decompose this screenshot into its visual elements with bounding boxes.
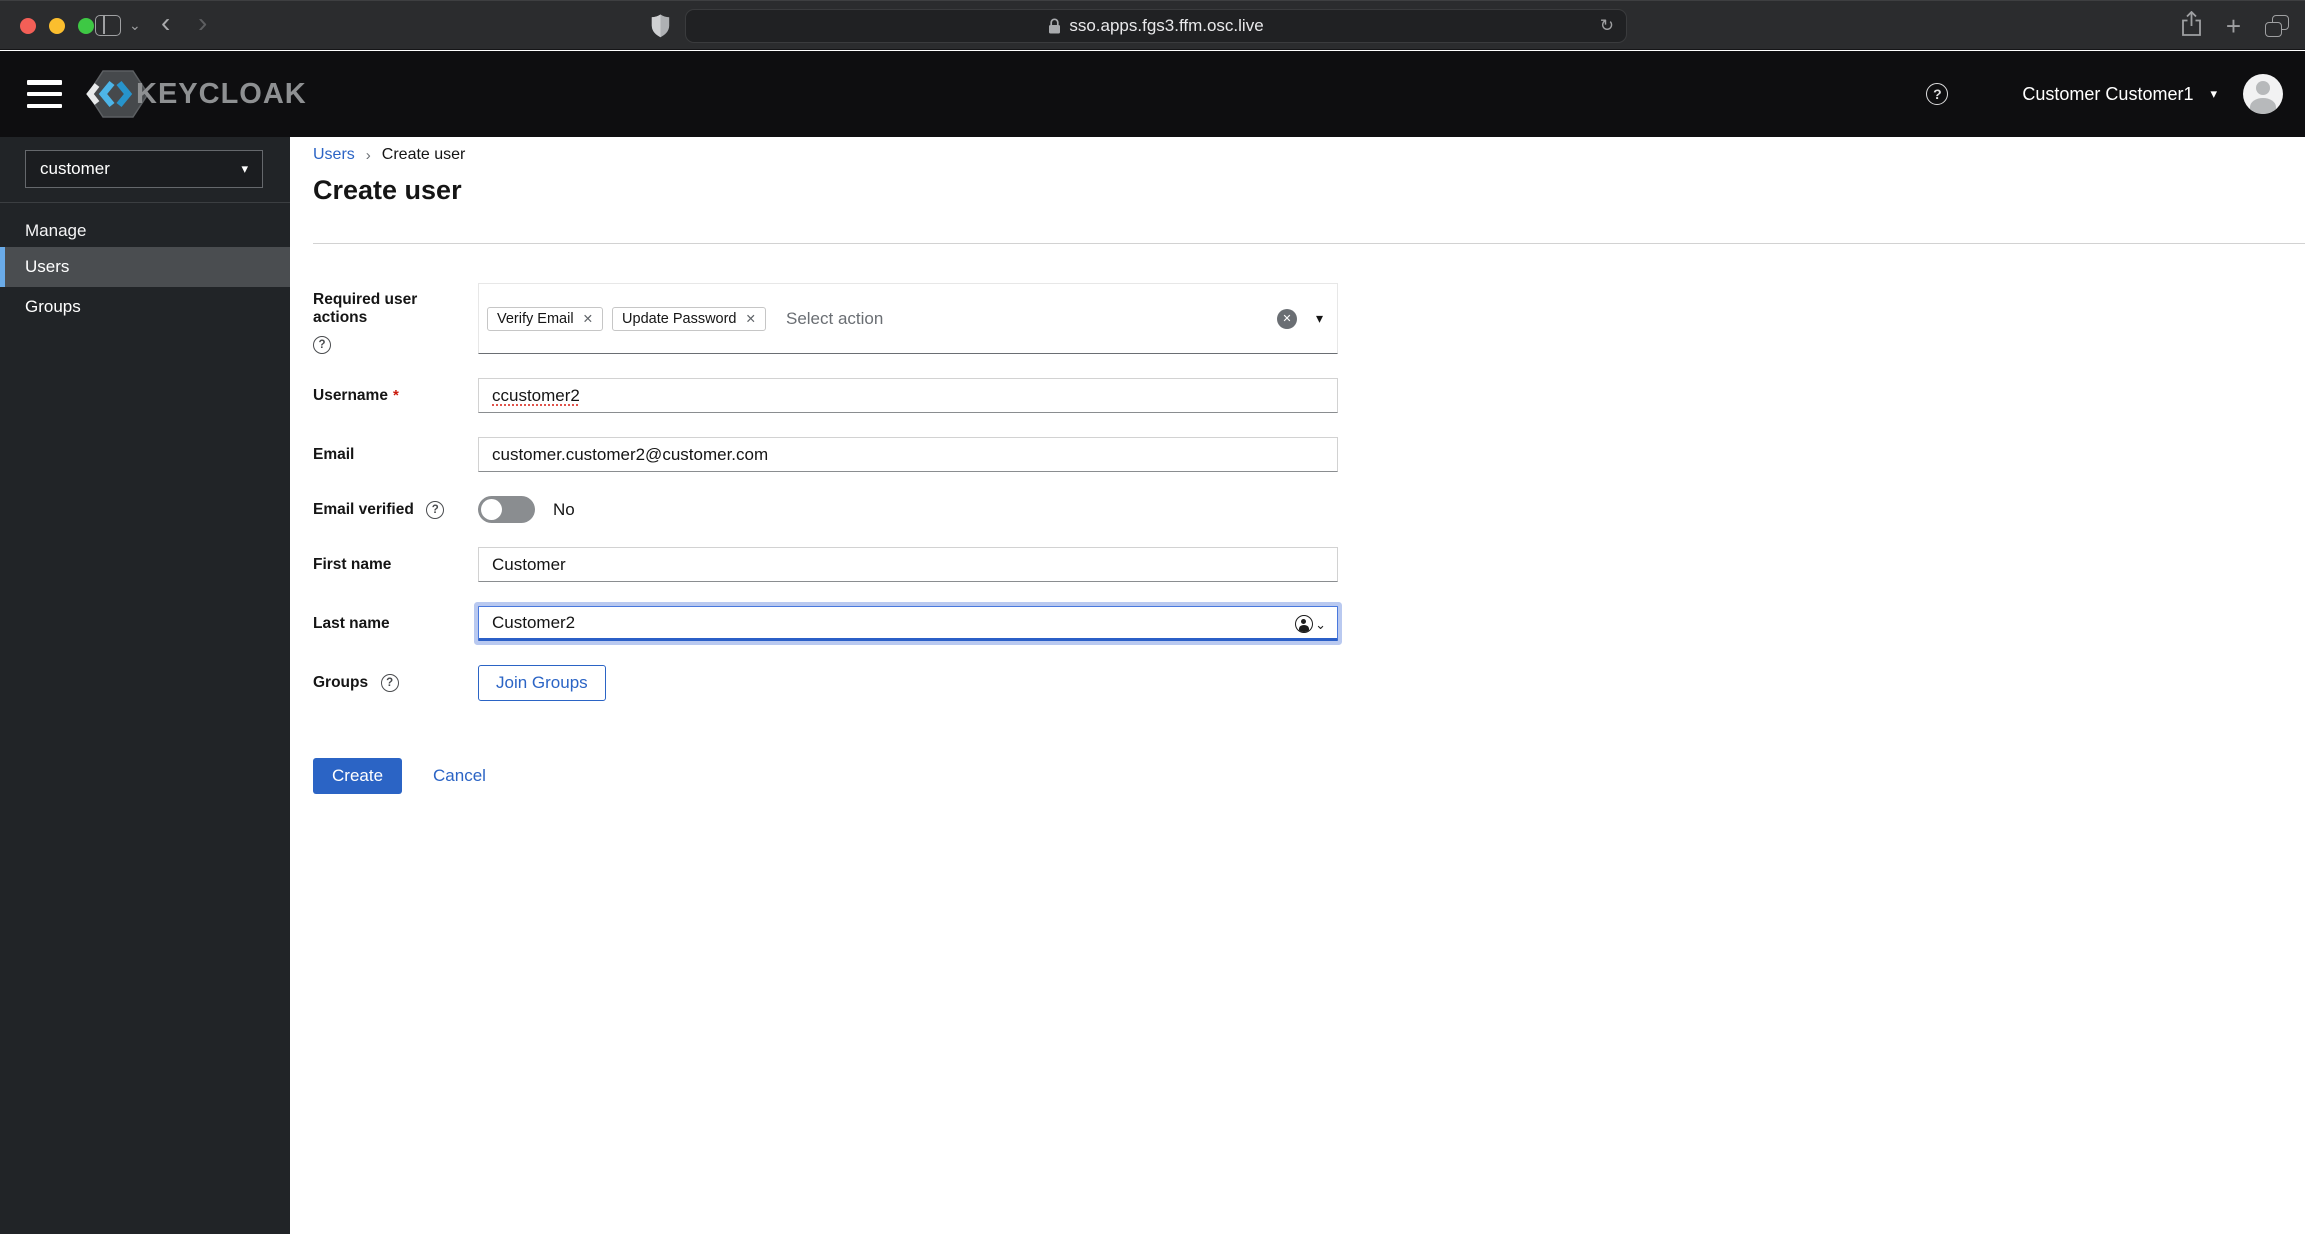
browser-back-icon[interactable]: ‹	[161, 7, 170, 39]
brand-text: KEYCLOAK	[136, 77, 307, 110]
groups-row: Groups ? Join Groups	[313, 665, 1343, 702]
screen: ⌄ ‹ › sso.apps.fgs3.ffm.osc.live ↻ + KEY…	[0, 0, 2305, 1234]
nav-section-manage: Manage	[25, 221, 87, 240]
autofill-chevron-down-icon: ⌄	[1315, 616, 1326, 632]
email-verified-help-icon[interactable]: ?	[426, 500, 445, 519]
clear-selection-icon[interactable]: ✕	[1276, 308, 1297, 329]
breadcrumb: Users › Create user	[313, 146, 465, 164]
masthead-right: ? Customer Customer1 ▾	[1926, 74, 2283, 114]
nav-toggle-icon[interactable]	[27, 80, 62, 108]
sidebar-chevron-down-icon[interactable]: ⌄	[129, 17, 141, 34]
share-icon[interactable]	[2181, 10, 2202, 42]
user-caret-down-icon: ▾	[2210, 86, 2217, 101]
email-verified-toggle[interactable]	[478, 496, 535, 524]
sidebar-item-users[interactable]: Users	[0, 247, 290, 287]
sidebar: customer ▾ Manage Users Groups	[0, 137, 290, 1234]
lock-icon	[1048, 18, 1061, 34]
autofill-contact-icon	[1295, 615, 1314, 634]
browser-toolbar-right: +	[2181, 1, 2289, 51]
chip-verify-email: Verify Email ✕	[487, 306, 604, 331]
sidebar-divider	[0, 202, 290, 203]
groups-help-icon[interactable]: ?	[380, 674, 399, 693]
first-name-input[interactable]	[478, 547, 1338, 583]
main-content: Users › Create user Create user Required…	[290, 137, 2305, 1234]
email-label: Email	[313, 445, 355, 463]
browser-chrome: ⌄ ‹ › sso.apps.fgs3.ffm.osc.live ↻ +	[0, 0, 2305, 50]
user-dropdown[interactable]: Customer Customer1 ▾	[2022, 84, 2217, 105]
keycloak-logo[interactable]: KEYCLOAK	[86, 67, 307, 121]
chip-verify-email-close-icon[interactable]: ✕	[583, 311, 593, 326]
first-name-label: First name	[313, 555, 392, 573]
required-actions-row: Required user actions ? Verify Email ✕ U…	[313, 283, 1343, 355]
email-verified-state: No	[553, 499, 575, 519]
last-name-label: Last name	[313, 614, 390, 632]
minimize-window-button[interactable]	[49, 18, 65, 34]
window-controls	[20, 18, 94, 34]
multiselect-caret-down-icon[interactable]: ▾	[1316, 310, 1323, 327]
realm-selector[interactable]: customer ▾	[25, 150, 263, 188]
title-divider	[313, 243, 2305, 244]
address-text: sso.apps.fgs3.ffm.osc.live	[1069, 16, 1264, 35]
sidebar-nav: Users Groups	[0, 247, 290, 327]
cancel-button[interactable]: Cancel	[433, 766, 486, 786]
reload-icon[interactable]: ↻	[1600, 16, 1614, 36]
browser-sidebar-icon[interactable]	[95, 15, 121, 36]
username-label: Username	[313, 386, 388, 404]
required-asterisk: *	[392, 386, 399, 404]
sidebar-item-users-label: Users	[25, 257, 70, 276]
groups-label: Groups	[313, 674, 369, 692]
chip-update-password: Update Password ✕	[612, 306, 766, 331]
create-button[interactable]: Create	[313, 758, 403, 795]
required-actions-help-icon[interactable]: ?	[313, 336, 331, 354]
keycloak-masthead: KEYCLOAK ? Customer Customer1 ▾	[0, 51, 2305, 137]
sidebar-item-groups[interactable]: Groups	[0, 287, 290, 327]
required-actions-label: Required user actions	[313, 291, 418, 326]
privacy-shield-icon[interactable]	[651, 14, 670, 43]
tab-overview-icon[interactable]	[2265, 15, 2289, 37]
help-icon[interactable]: ?	[1926, 83, 1949, 105]
browser-forward-icon: ›	[198, 7, 208, 38]
username-row: Username *	[313, 378, 1343, 414]
zoom-window-button[interactable]	[78, 18, 94, 34]
email-verified-row: Email verified ? No	[313, 496, 1343, 524]
close-window-button[interactable]	[20, 18, 36, 34]
realm-caret-down-icon: ▾	[241, 161, 248, 176]
chip-update-password-close-icon[interactable]: ✕	[746, 311, 756, 326]
required-actions-multiselect[interactable]: Verify Email ✕ Update Password ✕ Select …	[478, 283, 1338, 355]
multiselect-placeholder[interactable]: Select action	[786, 309, 883, 329]
page-title: Create user	[313, 175, 462, 205]
new-tab-icon[interactable]: +	[2226, 13, 2241, 39]
username-input[interactable]	[478, 378, 1338, 414]
create-user-form: Required user actions ? Verify Email ✕ U…	[313, 283, 1343, 795]
avatar[interactable]	[2243, 74, 2283, 114]
realm-selector-label: customer	[40, 159, 110, 178]
email-input[interactable]	[478, 437, 1338, 473]
first-name-row: First name	[313, 547, 1343, 583]
autofill-contact-control[interactable]: ⌄	[1295, 615, 1326, 634]
email-row: Email	[313, 437, 1343, 473]
last-name-input[interactable]	[478, 606, 1338, 642]
required-actions-label-col: Required user actions ?	[313, 283, 478, 354]
chip-update-password-label: Update Password	[622, 310, 737, 327]
last-name-row: Last name ⌄	[313, 606, 1343, 642]
breadcrumb-users-link[interactable]: Users	[313, 146, 355, 164]
breadcrumb-chevron-icon: ›	[365, 146, 371, 164]
user-dropdown-label: Customer Customer1	[2022, 83, 2194, 104]
breadcrumb-current: Create user	[381, 146, 466, 163]
form-actions: Create Cancel	[313, 758, 1343, 795]
email-verified-label: Email verified	[313, 500, 414, 518]
sidebar-item-groups-label: Groups	[25, 297, 81, 316]
join-groups-button[interactable]: Join Groups	[478, 665, 606, 702]
address-bar[interactable]: sso.apps.fgs3.ffm.osc.live ↻	[685, 9, 1627, 43]
chip-verify-email-label: Verify Email	[497, 310, 574, 327]
